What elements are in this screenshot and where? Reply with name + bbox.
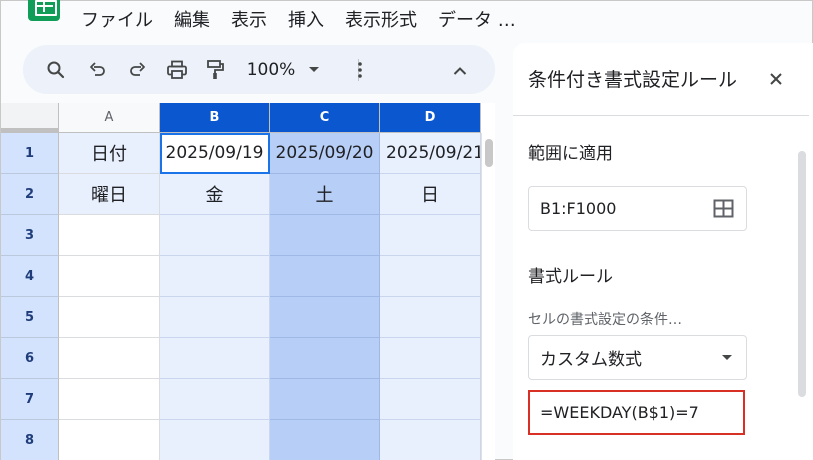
row-header-3[interactable]: 3: [1, 215, 59, 256]
cell-c8[interactable]: [270, 420, 380, 460]
conditional-format-panel: 条件付き書式設定ルール 範囲に適用 B1:F1000 書式ルール セルの書式設定…: [513, 43, 813, 460]
toolbar: 100%: [23, 45, 495, 94]
zoom-select[interactable]: 100%: [245, 57, 297, 83]
row-header-4[interactable]: 4: [1, 256, 59, 297]
menu-file[interactable]: ファイル: [81, 9, 153, 33]
cell-a4[interactable]: [59, 256, 160, 297]
cell-d4[interactable]: [380, 256, 481, 297]
menu-bar: ファイル 編集 表示 挿入 表示形式 データ …: [81, 9, 516, 33]
print-icon[interactable]: [164, 57, 190, 83]
menu-edit[interactable]: 編集: [174, 9, 210, 33]
cell-a7[interactable]: [59, 379, 160, 420]
range-label: 範囲に適用: [528, 144, 613, 164]
range-input[interactable]: B1:F1000: [528, 186, 747, 231]
sheets-logo-icon[interactable]: [28, 0, 60, 21]
cell-a2[interactable]: 曜日: [59, 174, 160, 215]
cell-b3[interactable]: [160, 215, 270, 256]
cell-d7[interactable]: [380, 379, 481, 420]
row-header-6[interactable]: 6: [1, 338, 59, 379]
cell-c5[interactable]: [270, 297, 380, 338]
custom-formula-input[interactable]: =WEEKDAY(B$1)=7: [528, 390, 745, 435]
cell-c2[interactable]: 土: [270, 174, 380, 215]
condition-value: カスタム数式: [540, 350, 642, 370]
undo-icon[interactable]: [86, 57, 110, 83]
cell-b4[interactable]: [160, 256, 270, 297]
format-rules-label: 書式ルール: [528, 267, 613, 287]
cell-b6[interactable]: [160, 338, 270, 379]
panel-scrollbar[interactable]: [798, 151, 806, 397]
column-header-b[interactable]: B: [160, 103, 270, 133]
select-range-grid-icon[interactable]: [713, 199, 734, 222]
cell-c1[interactable]: 2025/09/20: [270, 133, 380, 174]
cell-d1[interactable]: 2025/09/21: [380, 133, 481, 174]
chevron-down-icon[interactable]: [306, 57, 322, 83]
cell-b1[interactable]: 2025/09/19: [160, 133, 270, 174]
search-icon[interactable]: [43, 57, 69, 83]
column-header-c[interactable]: C: [270, 103, 380, 133]
cell-d5[interactable]: [380, 297, 481, 338]
cell-b8[interactable]: [160, 420, 270, 460]
chevron-up-icon[interactable]: [449, 57, 471, 83]
cell-d6[interactable]: [380, 338, 481, 379]
cell-a3[interactable]: [59, 215, 160, 256]
menu-insert[interactable]: 挿入: [288, 9, 324, 33]
panel-divider: [513, 115, 809, 116]
redo-icon[interactable]: [125, 57, 149, 83]
panel-title: 条件付き書式設定ルール: [528, 69, 738, 91]
row-header-2[interactable]: 2: [1, 174, 59, 215]
close-icon[interactable]: [766, 69, 786, 89]
cell-b7[interactable]: [160, 379, 270, 420]
cell-d2[interactable]: 日: [380, 174, 481, 215]
range-value: B1:F1000: [540, 199, 617, 218]
row-header-8[interactable]: 8: [1, 420, 59, 460]
column-header-a[interactable]: A: [59, 103, 160, 133]
select-all-corner[interactable]: [1, 103, 59, 133]
cell-d3[interactable]: [380, 215, 481, 256]
cell-a5[interactable]: [59, 297, 160, 338]
formula-value: =WEEKDAY(B$1)=7: [540, 403, 699, 422]
grid-vertical-scrollbar[interactable]: [481, 133, 495, 460]
cell-a6[interactable]: [59, 338, 160, 379]
more-vert-icon[interactable]: [350, 57, 370, 83]
condition-label: セルの書式設定の条件…: [528, 312, 682, 328]
cell-c7[interactable]: [270, 379, 380, 420]
menu-data[interactable]: データ …: [438, 9, 516, 33]
menu-view[interactable]: 表示: [231, 9, 267, 33]
spreadsheet-grid: A B C D 1 2 3 4 5 6 7 8 日付 2025/09/19 20…: [1, 103, 495, 460]
cell-d8[interactable]: [380, 420, 481, 460]
row-header-5[interactable]: 5: [1, 297, 59, 338]
column-header-d[interactable]: D: [380, 103, 481, 133]
row-header-1[interactable]: 1: [1, 133, 59, 174]
cell-c3[interactable]: [270, 215, 380, 256]
paint-format-icon[interactable]: [203, 57, 227, 83]
cell-a8[interactable]: [59, 420, 160, 460]
cell-b2[interactable]: 金: [160, 174, 270, 215]
caret-down-icon: [722, 355, 732, 360]
cell-c6[interactable]: [270, 338, 380, 379]
row-header-7[interactable]: 7: [1, 379, 59, 420]
menu-format[interactable]: 表示形式: [345, 9, 417, 33]
grid-scrollbar-thumb[interactable]: [485, 139, 493, 167]
cell-c4[interactable]: [270, 256, 380, 297]
cell-a1[interactable]: 日付: [59, 133, 160, 174]
cell-b5[interactable]: [160, 297, 270, 338]
condition-select[interactable]: カスタム数式: [528, 335, 747, 380]
